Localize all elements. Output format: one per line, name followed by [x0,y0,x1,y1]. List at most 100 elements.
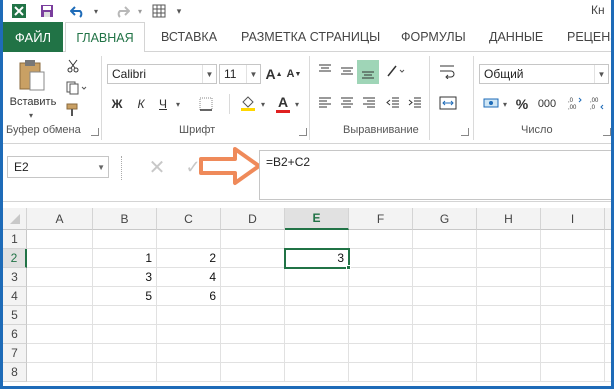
fill-dropdown-icon[interactable]: ▾ [259,94,267,114]
font-color-icon[interactable]: A [273,92,293,114]
grid-cell[interactable] [413,249,477,268]
grid-cell[interactable] [541,325,605,344]
grid-cell[interactable] [477,249,541,268]
grid-cell[interactable] [541,287,605,306]
grid-cell[interactable] [27,306,93,325]
grid-cell[interactable] [93,230,157,249]
column-header-c[interactable]: C [157,208,221,230]
grid-cell[interactable] [285,325,349,344]
grid-cell[interactable] [157,363,221,382]
percent-button[interactable]: % [513,94,531,114]
grid-cell[interactable] [605,363,611,382]
grid-cell[interactable] [413,325,477,344]
row-header-4[interactable]: 4 [3,287,27,306]
undo-icon[interactable] [67,2,89,20]
font-color-dropdown-icon[interactable]: ▾ [293,94,301,114]
cell-e2[interactable]: 3 [285,249,349,268]
row-header-3[interactable]: 3 [3,268,27,287]
grid-cell[interactable] [285,230,349,249]
cancel-icon[interactable]: ✕ [143,154,171,180]
grid-cell[interactable] [27,363,93,382]
chevron-down-icon[interactable]: ▼ [246,65,260,83]
grid-cell[interactable] [413,306,477,325]
grid-cell[interactable] [477,325,541,344]
grid-cell[interactable] [349,249,413,268]
column-header-b[interactable]: B [93,208,157,230]
column-header-g[interactable]: G [413,208,477,230]
shrink-font-icon[interactable]: A ▼ [285,64,303,84]
grid-cell[interactable] [349,363,413,382]
grid-cell[interactable] [541,230,605,249]
row-header-6[interactable]: 6 [3,325,27,344]
orientation-icon[interactable] [383,60,409,82]
chevron-down-icon[interactable]: ▼ [202,65,216,83]
cell-b2[interactable]: 1 [93,249,157,268]
grid-cell[interactable] [413,344,477,363]
row-header-8[interactable]: 8 [3,363,27,382]
tab-home[interactable]: ГЛАВНАЯ [65,22,145,53]
grid-cell[interactable] [221,344,285,363]
cell-c3[interactable]: 4 [157,268,221,287]
redo-dropdown-icon[interactable]: ▾ [135,2,145,20]
grid-cell[interactable] [27,268,93,287]
increase-decimal-icon[interactable]: ,0,00 [565,92,585,114]
grid-cell[interactable] [605,249,611,268]
number-launcher-icon[interactable] [603,128,611,136]
column-header-a[interactable]: A [27,208,93,230]
grid-cell[interactable] [221,268,285,287]
table-icon[interactable] [149,2,169,20]
number-format-combo[interactable]: Общий ▼ [479,64,609,84]
grid-cell[interactable] [605,344,611,363]
grid-cell[interactable] [27,344,93,363]
borders-icon[interactable] [195,94,217,114]
grid-cell[interactable] [349,325,413,344]
align-left-icon[interactable] [315,92,335,114]
formula-input[interactable]: =B2+C2 [259,150,611,200]
bold-button[interactable]: Ж [107,94,127,114]
grid-cell[interactable] [605,306,611,325]
grid-cell[interactable] [27,230,93,249]
tab-file[interactable]: ФАЙЛ [3,22,63,52]
grid-cell[interactable] [157,325,221,344]
column-header-d[interactable]: D [221,208,285,230]
cut-icon[interactable] [63,56,83,76]
cell-b3[interactable]: 3 [93,268,157,287]
tab-insert[interactable]: ВСТАВКА [161,22,217,52]
grid-cell[interactable] [477,306,541,325]
underline-button[interactable]: Ч [153,94,173,114]
column-header-f[interactable]: F [349,208,413,230]
grow-font-icon[interactable]: A ▲ [265,64,283,84]
align-bottom-icon[interactable] [357,60,379,84]
grid-cell[interactable] [221,306,285,325]
column-header-e[interactable]: E [285,208,349,230]
tab-formulas[interactable]: ФОРМУЛЫ [401,22,466,52]
grid-cell[interactable] [93,344,157,363]
increase-indent-icon[interactable] [405,92,425,114]
customize-icon[interactable]: ▾ [173,2,185,20]
grid-cell[interactable] [221,363,285,382]
save-icon[interactable] [37,2,57,20]
grid-cell[interactable] [349,268,413,287]
copy-icon[interactable] [63,78,91,98]
grid-cell[interactable] [93,325,157,344]
grid-cell[interactable] [221,249,285,268]
grid-cell[interactable] [349,230,413,249]
align-center-icon[interactable] [337,92,357,114]
grid-cell[interactable] [349,344,413,363]
grid-cell[interactable] [93,306,157,325]
grid-cell[interactable] [157,306,221,325]
fill-color-icon[interactable] [237,92,259,114]
comma-style-button[interactable]: 000 [533,94,561,114]
currency-format-icon[interactable] [481,92,501,114]
grid-cell[interactable] [349,287,413,306]
decrease-indent-icon[interactable] [383,92,403,114]
cell-c2[interactable]: 2 [157,249,221,268]
chevron-down-icon[interactable]: ▼ [594,65,608,83]
grid-cell[interactable] [27,325,93,344]
grid-cell[interactable] [27,249,93,268]
paste-dropdown-icon[interactable]: ▾ [25,110,37,120]
undo-dropdown-icon[interactable]: ▾ [91,2,101,20]
align-top-icon[interactable] [315,60,335,82]
paste-icon[interactable] [11,56,53,94]
alignment-launcher-icon[interactable] [461,128,469,136]
